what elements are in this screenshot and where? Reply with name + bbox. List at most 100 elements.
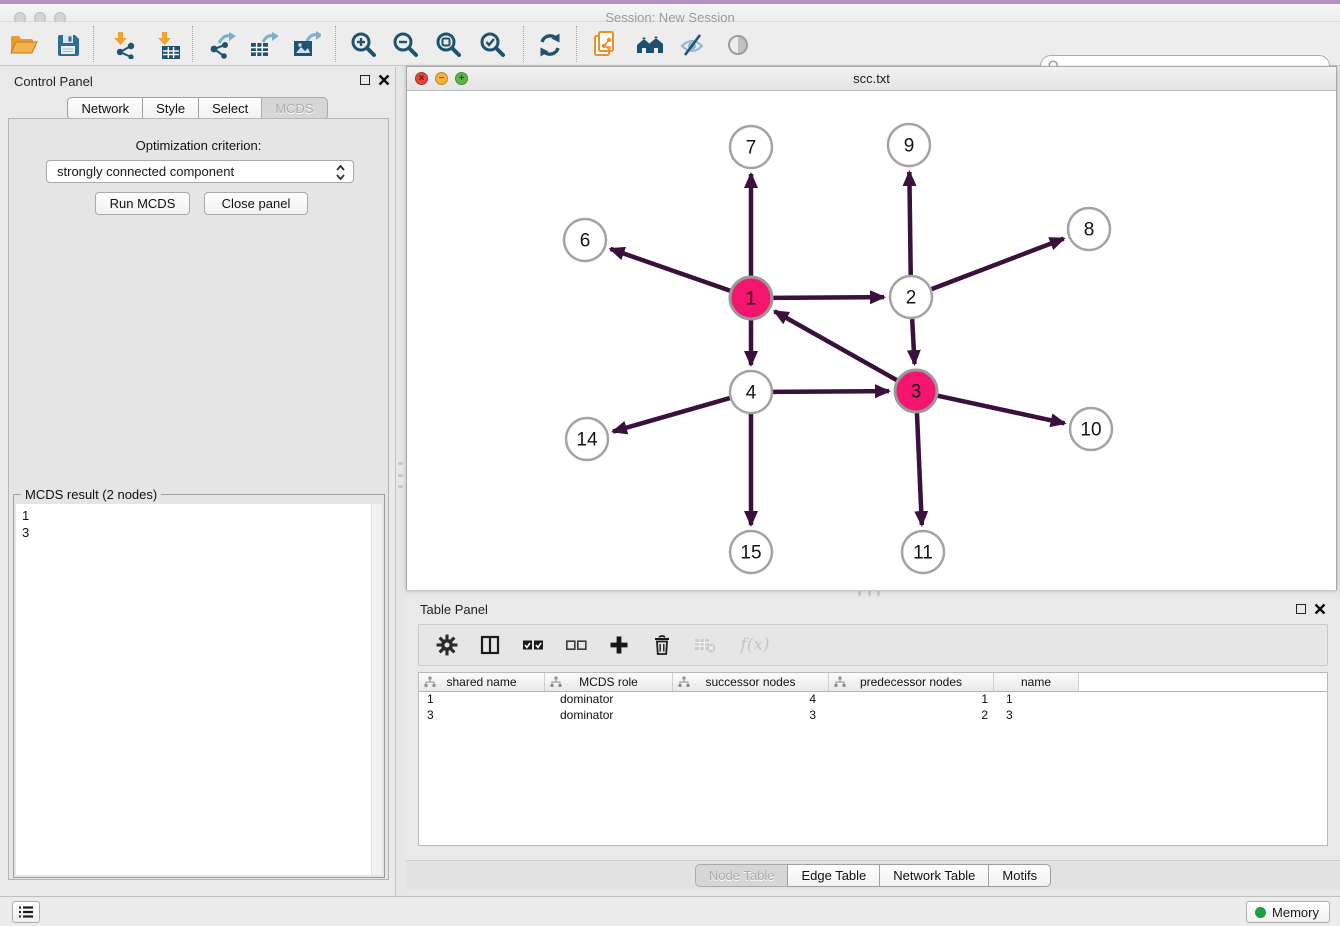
graph-edge-3-11[interactable] [917,413,922,525]
run-mcds-button[interactable]: Run MCDS [95,192,190,215]
graph-edge-1-2[interactable] [773,297,884,298]
function-builder-icon[interactable]: f(x) [736,633,774,657]
control-tab-2[interactable]: Select [198,97,262,120]
network-window-titlebar[interactable]: × − + scc.txt [407,67,1336,91]
import-table-icon[interactable] [153,30,183,60]
control-tab-1[interactable]: Style [142,97,199,120]
graph-node-label-4: 4 [746,383,757,404]
import-network-icon[interactable] [109,30,139,60]
delete-selection-icon[interactable] [650,633,674,657]
graph-node-label-11: 11 [913,543,933,564]
clone-network-icon[interactable] [591,30,621,60]
float-table-panel-icon[interactable] [1296,604,1306,614]
add-column-icon[interactable] [607,633,631,657]
hide-selected-icon[interactable] [678,30,708,60]
close-table-panel-icon[interactable] [1314,603,1326,615]
column-type-icon [424,676,436,688]
graph-edge-2-3[interactable] [912,319,914,364]
column-header-filler [1079,673,1327,691]
export-network-icon[interactable] [206,30,236,60]
toolbar-separator [576,26,577,62]
select-chevrons-icon [335,164,346,181]
deselect-all-icon[interactable] [564,633,588,657]
close-panel-icon[interactable] [378,74,390,86]
graph-node-label-10: 10 [1080,420,1101,441]
graph-node-label-3: 3 [911,382,922,403]
memory-status-icon [1255,907,1266,918]
zoom-out-icon[interactable] [391,30,421,60]
graph-edge-4-14[interactable] [613,398,730,432]
toolbar-separator [192,26,193,62]
select-all-icon[interactable] [521,633,545,657]
control-tab-0[interactable]: Network [67,97,143,120]
control-panel-header: Control Panel [0,67,395,93]
network-graph: 7968124314101511 [407,91,1336,590]
zoom-fit-icon[interactable] [434,30,464,60]
table-row[interactable]: 1 dominator 4 1 1 [419,692,1327,708]
table-tab-3[interactable]: Motifs [988,864,1051,887]
column-type-icon [834,676,846,688]
graph-edge-3-10[interactable] [937,396,1064,424]
horizontal-splitter-handle[interactable] [858,591,880,596]
table-tab-1[interactable]: Edge Table [787,864,880,887]
graph-node-label-9: 9 [904,136,915,157]
zoom-in-icon[interactable] [349,30,379,60]
column-header-successor-nodes[interactable]: successor nodes [673,673,829,691]
export-image-icon[interactable] [291,30,321,60]
network-window: × − + scc.txt 7968124314101511 [406,66,1337,590]
control-panel: Control Panel Network Style Select MCDS … [0,67,396,896]
optimization-criterion-label: Optimization criterion: [9,138,388,153]
mcds-result-textarea[interactable]: 1 3 [16,504,382,875]
status-bar: Memory [0,896,1340,926]
delete-table-icon[interactable] [693,633,717,657]
graph-edge-3-1[interactable] [775,311,897,380]
table-settings-icon[interactable] [435,633,459,657]
mcds-result-scrollbar[interactable] [371,504,382,875]
mcds-panel: Optimization criterion: strongly connect… [8,118,389,880]
graph-edge-2-9[interactable] [909,172,910,275]
save-session-icon[interactable] [53,30,83,60]
graph-node-label-8: 8 [1084,220,1095,241]
table-tabs: Node Table Edge Table Network Table Moti… [406,860,1340,890]
show-all-icon[interactable] [723,30,753,60]
column-type-icon [678,676,690,688]
control-panel-title: Control Panel [14,74,93,89]
table-tab-2[interactable]: Network Table [879,864,989,887]
node-table: shared name MCDS role successor nodes pr… [418,672,1328,846]
vertical-splitter-handle[interactable] [398,462,403,488]
table-panel: Table Panel [406,598,1340,890]
toggle-columns-icon[interactable] [478,633,502,657]
refresh-view-icon[interactable] [535,30,565,60]
first-neighbors-icon[interactable] [635,30,665,60]
table-row[interactable]: 3 dominator 3 2 3 [419,708,1327,724]
export-table-icon[interactable] [248,30,278,60]
mcds-result-group: MCDS result (2 nodes) 1 3 [13,494,385,878]
open-session-icon[interactable] [8,30,38,60]
control-panel-tabs: Network Style Select MCDS [0,97,395,120]
graph-node-label-15: 15 [740,543,761,564]
task-history-button[interactable] [12,901,40,923]
toolbar-separator [335,26,336,62]
fx-label: f(x) [740,635,769,655]
graph-edge-2-8[interactable] [932,239,1064,290]
criterion-select[interactable]: strongly connected component [46,160,354,183]
zoom-selected-icon[interactable] [478,30,508,60]
float-panel-icon[interactable] [360,75,370,85]
control-tab-3[interactable]: MCDS [261,97,327,120]
column-header-predecessor-nodes[interactable]: predecessor nodes [829,673,994,691]
criterion-value: strongly connected component [57,164,234,179]
graph-edge-4-3[interactable] [773,391,889,392]
close-panel-button[interactable]: Close panel [204,192,308,215]
graph-node-label-1: 1 [746,289,757,310]
column-header-name[interactable]: name [994,673,1079,691]
table-tab-0[interactable]: Node Table [695,864,789,887]
network-canvas[interactable]: 7968124314101511 [407,91,1336,590]
memory-label: Memory [1272,905,1319,920]
list-icon [18,905,34,919]
main-toolbar [0,22,1340,66]
column-header-shared-name[interactable]: shared name [419,673,545,691]
column-header-mcds-role[interactable]: MCDS role [545,673,673,691]
table-panel-title: Table Panel [420,602,488,617]
memory-button[interactable]: Memory [1246,901,1330,923]
graph-edge-1-6[interactable] [610,249,730,291]
